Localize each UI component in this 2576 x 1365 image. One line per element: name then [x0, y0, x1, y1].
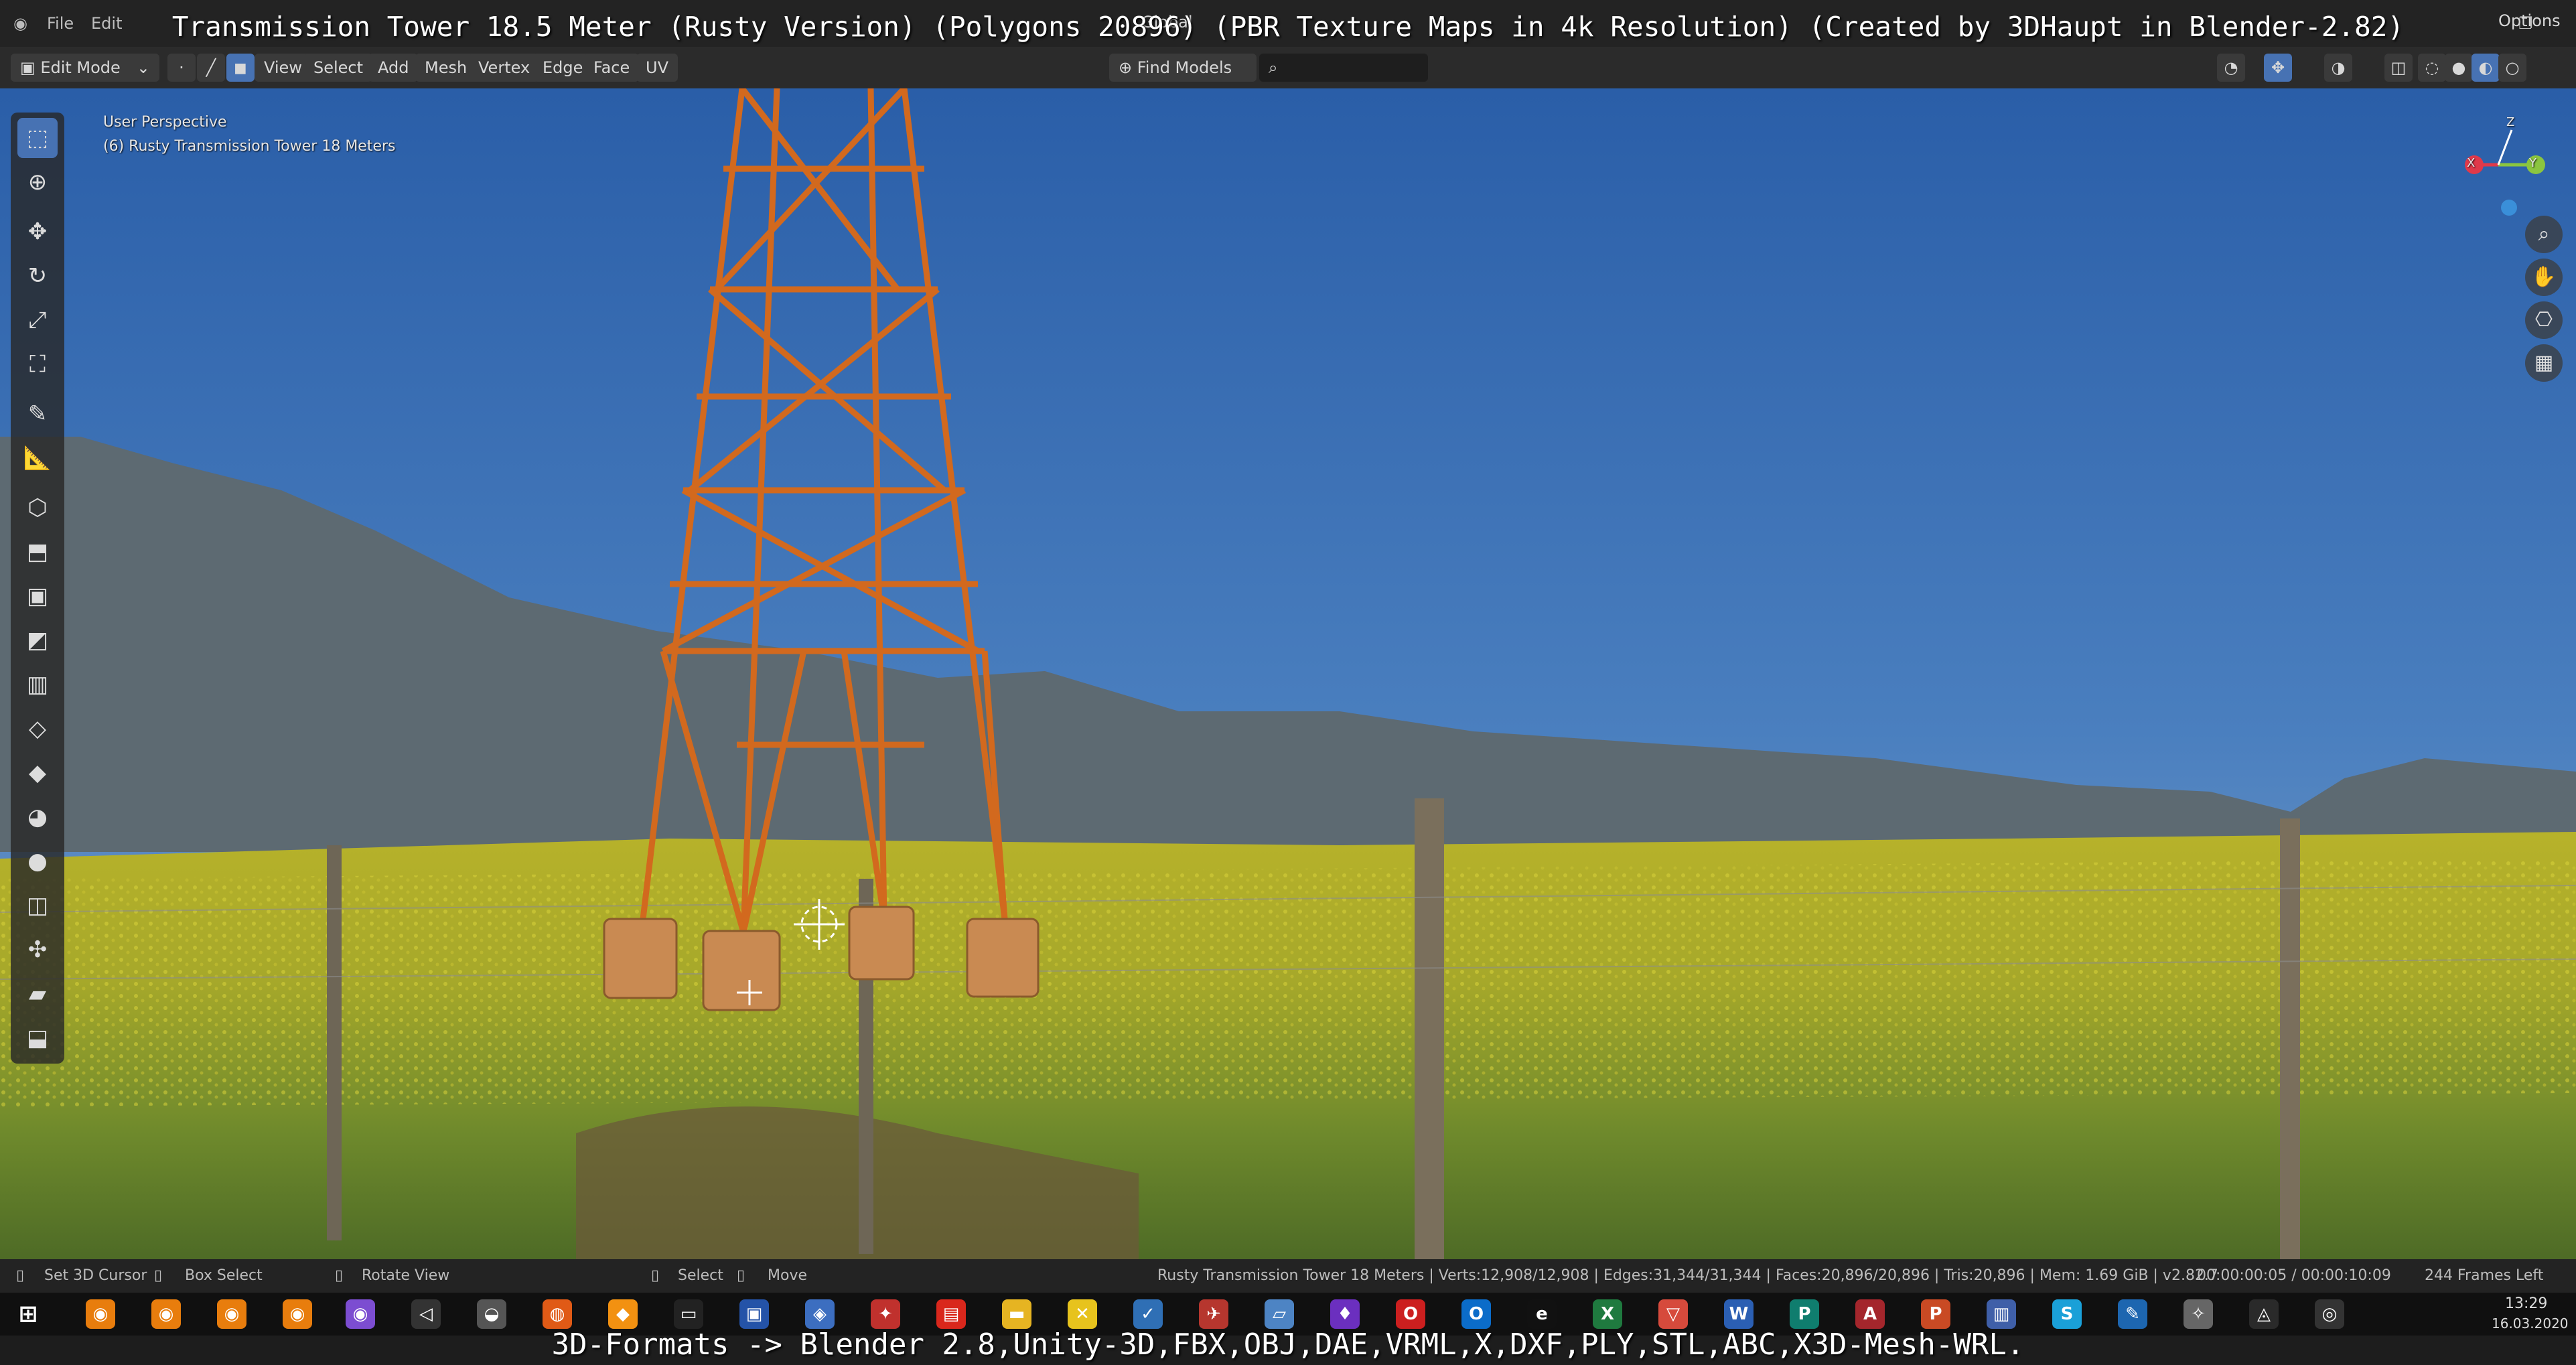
- menu-mesh[interactable]: Mesh: [415, 54, 477, 82]
- shear-tool-icon[interactable]: ▰: [17, 974, 58, 1014]
- cursor-tool-icon[interactable]: ⊕: [17, 162, 58, 202]
- frames-left: 244 Frames Left: [2425, 1267, 2544, 1284]
- measure-tool-icon[interactable]: 📐: [17, 438, 58, 478]
- hand-pan-icon[interactable]: ✋: [2525, 259, 2563, 296]
- chevron-down-icon: ⌄: [136, 58, 150, 77]
- active-object-label: (6) Rusty Transmission Tower 18 Meters: [103, 138, 396, 155]
- find-models-dropdown[interactable]: ⊕ Find Models: [1109, 54, 1257, 82]
- menu-view[interactable]: View: [255, 54, 311, 82]
- transform-tool-icon[interactable]: ⛶: [17, 344, 58, 384]
- gizmo-x-label: X: [2467, 156, 2476, 170]
- mouse-right-icon: ▯: [335, 1267, 344, 1284]
- smooth-tool-icon[interactable]: ●: [17, 841, 58, 881]
- menu-vertex[interactable]: Vertex: [469, 54, 540, 82]
- edit-mode-icon: ▣: [20, 58, 41, 77]
- visibility-icon[interactable]: ◔: [2217, 54, 2245, 82]
- status-set-cursor: Set 3D Cursor: [44, 1267, 147, 1284]
- 3d-viewport[interactable]: X Y Z User Perspective (6) Rusty Transmi…: [0, 88, 2576, 1259]
- loop-cut-icon[interactable]: ▥: [17, 664, 58, 705]
- annotate-tool-icon[interactable]: ✎: [17, 394, 58, 434]
- add-cube-icon[interactable]: ⬡: [17, 488, 58, 528]
- edge-select-icon[interactable]: ╱: [197, 54, 225, 82]
- ortho-grid-icon[interactable]: ▦: [2525, 344, 2563, 382]
- status-box-select: Box Select: [185, 1267, 263, 1284]
- fence-post: [2280, 818, 2300, 1259]
- rotate-tool-icon[interactable]: ↻: [17, 256, 58, 296]
- wireframe-shading-icon[interactable]: ◌: [2418, 54, 2446, 82]
- status-move: Move: [768, 1267, 807, 1284]
- menu-face[interactable]: Face: [584, 54, 640, 82]
- gizmo-toggle-icon[interactable]: ✥: [2264, 54, 2292, 82]
- mouse-middle-icon: ▯: [154, 1267, 163, 1284]
- mouse-left-icon: ▯: [16, 1267, 25, 1284]
- solid-shading-icon[interactable]: ●: [2445, 54, 2473, 82]
- xray-toggle-icon[interactable]: ◫: [2384, 54, 2413, 82]
- overlay-toggle-icon[interactable]: ◑: [2324, 54, 2352, 82]
- status-bar: ▯ Set 3D Cursor ▯ Box Select ▯ Rotate Vi…: [0, 1259, 2576, 1293]
- flower-texture: [0, 859, 2576, 1106]
- find-models-label: Find Models: [1137, 58, 1232, 77]
- zoom-icon[interactable]: ⌕: [2525, 216, 2563, 253]
- fence-post: [327, 845, 342, 1240]
- mode-dropdown[interactable]: ▣ Edit Mode ⌄: [11, 54, 159, 82]
- scene-statistics: Rusty Transmission Tower 18 Meters | Ver…: [1157, 1267, 2218, 1284]
- fence-post: [1415, 798, 1444, 1259]
- tool-shelf: ⬚ ⊕ ✥ ↻ ⤢ ⛶ ✎ 📐 ⬡ ⬒ ▣ ◩ ▥ ◇ ◆ ◕ ● ◫ ✣ ▰ …: [11, 113, 64, 1064]
- inset-tool-icon[interactable]: ▣: [17, 576, 58, 616]
- status-select: Select: [678, 1267, 723, 1284]
- edge-slide-icon[interactable]: ◫: [17, 885, 58, 926]
- mode-label: Edit Mode: [40, 58, 121, 77]
- search-input[interactable]: ⌕: [1259, 54, 1428, 82]
- extrude-tool-icon[interactable]: ⬒: [17, 532, 58, 572]
- select-box-icon[interactable]: ⬚: [17, 118, 58, 158]
- bevel-tool-icon[interactable]: ◩: [17, 620, 58, 660]
- perspective-label: User Perspective: [103, 114, 227, 131]
- shrink-fatten-icon[interactable]: ✣: [17, 930, 58, 970]
- mouse-left-icon: ▯: [651, 1267, 660, 1284]
- material-shading-icon[interactable]: ◐: [2472, 54, 2500, 82]
- face-select-icon[interactable]: ◼: [226, 54, 255, 82]
- knife-tool-icon[interactable]: ◇: [17, 709, 58, 749]
- menu-add[interactable]: Add: [368, 54, 419, 82]
- scale-tool-icon[interactable]: ⤢: [17, 300, 58, 340]
- globe-icon: ⊕: [1119, 58, 1137, 77]
- poly-build-icon[interactable]: ◆: [17, 753, 58, 793]
- spin-tool-icon[interactable]: ◕: [17, 797, 58, 837]
- gizmo-y-label: Y: [2529, 156, 2536, 170]
- video-title-caption: Transmission Tower 18.5 Meter (Rusty Ver…: [171, 11, 2405, 43]
- status-rotate-view: Rotate View: [362, 1267, 450, 1284]
- rip-region-icon[interactable]: ⬓: [17, 1018, 58, 1058]
- camera-view-icon[interactable]: ⎔: [2525, 301, 2563, 339]
- playback-time: 00:00:00:05 / 00:00:10:09: [2197, 1267, 2391, 1284]
- vertex-select-icon[interactable]: ⋅: [167, 54, 196, 82]
- rendered-shading-icon[interactable]: ○: [2498, 54, 2526, 82]
- formats-caption: 3D-Formats -> Blender 2.8,Unity-3D,FBX,O…: [551, 1327, 2025, 1362]
- gizmo-z-label: Z: [2506, 115, 2515, 129]
- move-tool-icon[interactable]: ✥: [17, 212, 58, 252]
- clock-time[interactable]: 13:29: [2505, 1295, 2547, 1312]
- mouse-right-icon: ▯: [737, 1267, 745, 1284]
- search-icon: ⌕: [1269, 58, 1278, 77]
- menu-uv[interactable]: UV: [636, 54, 678, 82]
- scene-background: [0, 88, 2576, 1259]
- menu-select[interactable]: Select: [304, 54, 373, 82]
